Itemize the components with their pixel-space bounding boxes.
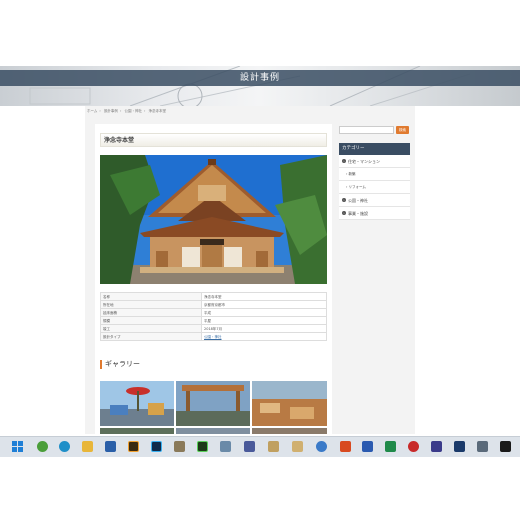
paint-icon[interactable] bbox=[268, 441, 279, 452]
store-icon[interactable] bbox=[105, 441, 116, 452]
file-explorer-icon[interactable] bbox=[82, 441, 93, 452]
table-row: 設計タイプ 公園・神社 bbox=[100, 332, 327, 341]
photoshop-icon[interactable] bbox=[151, 441, 162, 452]
arrow-icon: › bbox=[342, 198, 346, 202]
terminal-2-icon[interactable] bbox=[500, 441, 511, 452]
table-key: 名称 bbox=[100, 292, 202, 301]
search-input[interactable] bbox=[339, 126, 394, 134]
info-table: 名称 浄念寺本堂 所在地 京都府京都市 延床面積 平成 規模 平屋 竣工 2018年7月 … bbox=[100, 292, 327, 341]
category-item-new-build[interactable]: › 新築 bbox=[339, 168, 410, 181]
edge-browser-icon[interactable] bbox=[59, 441, 70, 452]
gallery-heading: ギャラリー bbox=[100, 360, 140, 369]
category-label: 公園・神社 bbox=[348, 197, 368, 203]
page-banner: 設計事例 bbox=[0, 66, 520, 106]
category-item-business[interactable]: › 事業・施設 bbox=[339, 207, 410, 220]
media-icon[interactable] bbox=[244, 441, 255, 452]
word-2-icon[interactable] bbox=[454, 441, 465, 452]
gallery-thumbnail-3 bbox=[252, 381, 327, 426]
breadcrumb-item[interactable]: 設計事例 bbox=[104, 109, 118, 113]
table-row: 所在地 京都府京都市 bbox=[100, 300, 327, 309]
category-list: › 住宅・マンション › 新築 › リフォーム › 公園・神社 › 事業・施設 bbox=[339, 155, 410, 220]
gimp-icon[interactable] bbox=[174, 441, 185, 452]
table-row: 竣工 2018年7月 bbox=[100, 324, 327, 333]
illustrator-icon[interactable] bbox=[128, 441, 139, 452]
category-label: リフォーム bbox=[348, 184, 366, 189]
dreamweaver-icon[interactable] bbox=[197, 441, 208, 452]
chrome-browser-icon[interactable] bbox=[37, 441, 48, 452]
breadcrumb-item[interactable]: 公園・神社 bbox=[124, 109, 142, 113]
post-title-bar bbox=[100, 133, 327, 147]
breadcrumb-item: 浄念寺本堂 bbox=[148, 109, 167, 113]
terminal-icon[interactable] bbox=[220, 441, 231, 452]
table-row: 規模 平屋 bbox=[100, 316, 327, 325]
category-label: 新築 bbox=[348, 171, 356, 176]
table-value: 平屋 bbox=[201, 316, 327, 325]
powerpoint-icon[interactable] bbox=[340, 441, 351, 452]
table-key: 延床面積 bbox=[100, 308, 202, 317]
table-value: 2018年7月 bbox=[201, 324, 327, 333]
temple-photo[interactable] bbox=[100, 155, 327, 284]
gallery-thumbnail-1 bbox=[100, 381, 174, 426]
search-button[interactable]: 検索 bbox=[396, 126, 409, 134]
table-key: 設計タイプ bbox=[100, 332, 202, 341]
post-title: 浄念寺本堂 bbox=[104, 137, 135, 144]
category-item-housing[interactable]: › 住宅・マンション bbox=[339, 155, 410, 168]
table-value: 浄念寺本堂 bbox=[201, 292, 327, 301]
category-label: 住宅・マンション bbox=[348, 158, 380, 164]
taskbar bbox=[0, 436, 520, 457]
settings-icon[interactable] bbox=[292, 441, 303, 452]
table-key: 所在地 bbox=[100, 300, 202, 309]
word-icon[interactable] bbox=[362, 441, 373, 452]
table-value-link[interactable]: 公園・神社 bbox=[201, 332, 327, 341]
gallery-thumbnail-2 bbox=[176, 381, 250, 426]
arrow-icon: › bbox=[342, 211, 346, 215]
category-label: 事業・施設 bbox=[348, 210, 368, 216]
table-row: 延床面積 平成 bbox=[100, 308, 327, 317]
category-item-reform[interactable]: › リフォーム bbox=[339, 181, 410, 194]
table-value: 京都府京都市 bbox=[201, 300, 327, 309]
gallery-grid bbox=[100, 381, 327, 434]
calculator-icon[interactable] bbox=[477, 441, 488, 452]
category-header: カテゴリー bbox=[339, 143, 410, 155]
category-link[interactable]: 公園・神社 bbox=[204, 335, 222, 339]
table-row: 名称 浄念寺本堂 bbox=[100, 292, 327, 301]
breadcrumb: ホーム › 設計事例 › 公園・神社 › 浄念寺本堂 bbox=[87, 109, 167, 113]
excel-icon[interactable] bbox=[385, 441, 396, 452]
arrow-icon: › bbox=[342, 159, 346, 163]
media-player-icon[interactable] bbox=[431, 441, 442, 452]
windows-start-icon[interactable] bbox=[12, 441, 23, 452]
breadcrumb-item[interactable]: ホーム bbox=[87, 109, 97, 113]
page-title: 設計事例 bbox=[239, 73, 280, 83]
app-blue-icon[interactable] bbox=[316, 441, 327, 452]
table-key: 竣工 bbox=[100, 324, 202, 333]
app-red-icon[interactable] bbox=[408, 441, 419, 452]
category-item-park-shrine[interactable]: › 公園・神社 bbox=[339, 194, 410, 207]
table-value: 平成 bbox=[201, 308, 327, 317]
table-key: 規模 bbox=[100, 316, 202, 325]
